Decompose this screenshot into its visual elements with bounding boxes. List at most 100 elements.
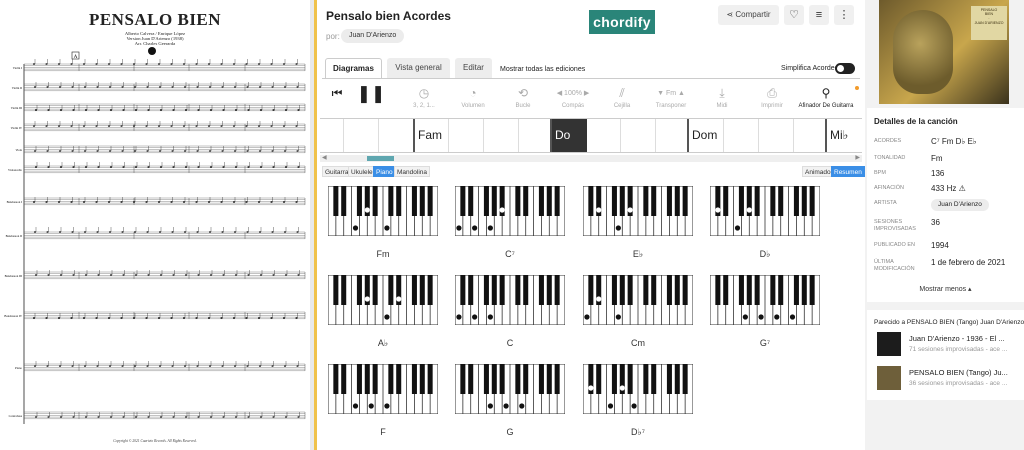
piano-chord-diagram <box>455 364 565 414</box>
tab-editar[interactable]: Editar <box>455 58 492 78</box>
loop-icon: ⟲ <box>517 86 529 100</box>
svg-text:Violin III: Violin III <box>11 106 22 110</box>
chord-name: E♭ <box>632 249 644 259</box>
share-button[interactable]: ⋖ Compartir <box>718 5 779 25</box>
transpose-control[interactable]: ▼ Fm ▲ Transponer <box>646 86 696 109</box>
album-cover: PENSALO BIEN · JUAN D'ARIENZO <box>879 0 1009 104</box>
detail-label: AFINACIÓN <box>874 185 904 191</box>
svg-text:Violin I: Violin I <box>13 66 22 70</box>
loop-button[interactable]: ⟲ Bucle <box>498 86 548 109</box>
view-animado[interactable]: Animado <box>802 166 834 177</box>
scroll-left-icon[interactable]: ◀ <box>322 154 327 161</box>
show-all-edits-link[interactable]: Mostrar todas las ediciones <box>500 66 585 73</box>
pause-icon: ❚❚ <box>356 84 386 103</box>
timeline-chord[interactable]: Fam <box>418 128 442 142</box>
svg-text:Violin IV: Violin IV <box>11 126 23 130</box>
guitar-tuner-button[interactable]: ⚲ Afinador De Guitarra <box>795 86 857 109</box>
chord-name: F <box>380 427 386 437</box>
chord-timeline[interactable]: Fam Do Dom Mi♭ <box>320 118 862 153</box>
tab-diagramas[interactable]: Diagramas <box>325 58 382 78</box>
similar-item[interactable]: Juan D'Arienzo - 1936 - El ... 71 sesion… <box>877 332 1022 358</box>
rehearsal-mark: A <box>74 55 78 60</box>
tuner-notification-dot <box>855 86 859 90</box>
piano-chord-diagram <box>455 186 565 236</box>
detail-value: 433 Hz ⚠ <box>931 184 966 193</box>
similar-item[interactable]: PENSALO BIEN (Tango) Ju... 36 sesiones i… <box>877 366 1022 392</box>
chord-name: G <box>506 427 514 437</box>
chord-name: D♭⁷ <box>630 427 645 437</box>
timeline-chord-current[interactable]: Do <box>552 119 587 152</box>
show-less-button[interactable]: Mostrar menos ▴ <box>867 285 1024 293</box>
svg-text:Bandoneon II: Bandoneon II <box>6 234 22 238</box>
view-resumen[interactable]: Resumen <box>831 166 865 177</box>
instrument-mandolina[interactable]: Mandolina <box>394 166 430 177</box>
count-in-button[interactable]: ◷ 3, 2, 1... <box>399 86 449 109</box>
chord-panel: Pensalo bien Acordes por: Juan D'Arienzo… <box>317 0 865 450</box>
piano-chord-diagram <box>328 275 438 325</box>
chordify-logo[interactable]: chordify <box>589 10 655 34</box>
more-vertical-icon: ⋮ <box>838 9 850 21</box>
more-button[interactable]: ⋮ <box>834 5 854 25</box>
score-staves: A Violin I Violin II Violin III Violin IV Vio… <box>4 47 306 424</box>
similar-heading: Parecido a PENSALO BIEN (Tango) Juan D'A… <box>874 319 1024 326</box>
detail-label: ÚLTIMA MODIFICACIÓN <box>874 259 915 272</box>
tempo-control[interactable]: ◀ 100% ▶ Compás <box>548 86 598 109</box>
print-icon: ⎙ <box>767 86 777 100</box>
pause-button[interactable]: ❚❚ <box>346 84 396 103</box>
playlist-button[interactable]: ≡ <box>809 5 829 25</box>
capo-button[interactable]: ⫽ Cejilla <box>597 86 647 109</box>
chord-name: C <box>506 338 514 348</box>
chord-name: A♭ <box>377 338 389 348</box>
detail-value: 36 <box>931 218 940 227</box>
similar-thumbnail <box>877 332 901 356</box>
timeline-scrollbar[interactable]: ◀ ▶ <box>320 155 862 162</box>
artist-chip[interactable]: Juan D'Arienzo <box>341 29 405 43</box>
svg-text:Violin II: Violin II <box>12 86 22 90</box>
piano-chord-diagram <box>583 275 693 325</box>
chord-name: Fm <box>376 249 390 259</box>
piano-chord-diagram <box>710 275 820 325</box>
timeline-chord[interactable]: Mi♭ <box>830 128 848 142</box>
heart-icon: ♡ <box>789 9 799 21</box>
detail-label: PUBLICADO EN <box>874 242 915 248</box>
artist-chip[interactable]: Juan D'Arienzo <box>931 199 989 211</box>
instrument-ukulele[interactable]: Ukulele <box>348 166 376 177</box>
transpose-icon: ▼ Fm ▲ <box>657 90 685 97</box>
detail-label: SESIONES IMPROVISADAS <box>874 219 916 232</box>
svg-text:Bandoneon I: Bandoneon I <box>7 200 22 204</box>
scrollbar-thumb[interactable] <box>367 156 394 161</box>
detail-label: ACORDES <box>874 138 902 144</box>
volume-icon: ◔ <box>469 86 477 100</box>
piano-chord-diagram <box>328 364 438 414</box>
simplify-chords-toggle[interactable] <box>835 63 855 74</box>
download-icon: ⤓ <box>719 86 725 100</box>
piano-chord-diagram <box>583 364 693 414</box>
tab-vista-general[interactable]: Vista general <box>387 58 450 78</box>
detail-value: 136 <box>931 169 945 178</box>
scroll-right-icon[interactable]: ▶ <box>855 154 860 161</box>
svg-text:Bandoneon III: Bandoneon III <box>5 274 22 278</box>
playlist-icon: ≡ <box>815 9 823 21</box>
details-heading: Detalles de la canción <box>874 117 958 126</box>
tuner-icon: ⚲ <box>821 86 831 100</box>
piano-chord-diagram <box>455 275 565 325</box>
timeline-chord[interactable]: Dom <box>692 128 717 142</box>
chord-name: D♭ <box>759 249 771 259</box>
chord-name: C⁷ <box>505 249 515 259</box>
simplify-chords-label: Simplifica Acordes <box>781 65 839 72</box>
instrument-piano[interactable]: Piano <box>373 166 396 177</box>
chord-name: G⁷ <box>759 338 771 348</box>
heart-button[interactable]: ♡ <box>784 5 804 25</box>
chord-name: Cm <box>631 338 645 348</box>
volume-button[interactable]: ◔ Volumen <box>448 86 498 109</box>
detail-value: C⁷ Fm D♭ E♭ <box>931 137 977 146</box>
detail-value: 1994 <box>931 241 949 250</box>
detail-value: Fm <box>931 154 943 163</box>
print-button[interactable]: ⎙ Imprimir <box>747 86 797 109</box>
capo-icon: ⫽ <box>619 86 625 100</box>
midi-download-button[interactable]: ⤓ Midi <box>697 86 747 109</box>
svg-text:Piano: Piano <box>15 366 22 370</box>
piano-chord-diagram <box>710 186 820 236</box>
right-sidebar: PENSALO BIEN · JUAN D'ARIENZO Detalles de l… <box>865 0 1024 450</box>
similar-thumbnail <box>877 366 901 390</box>
